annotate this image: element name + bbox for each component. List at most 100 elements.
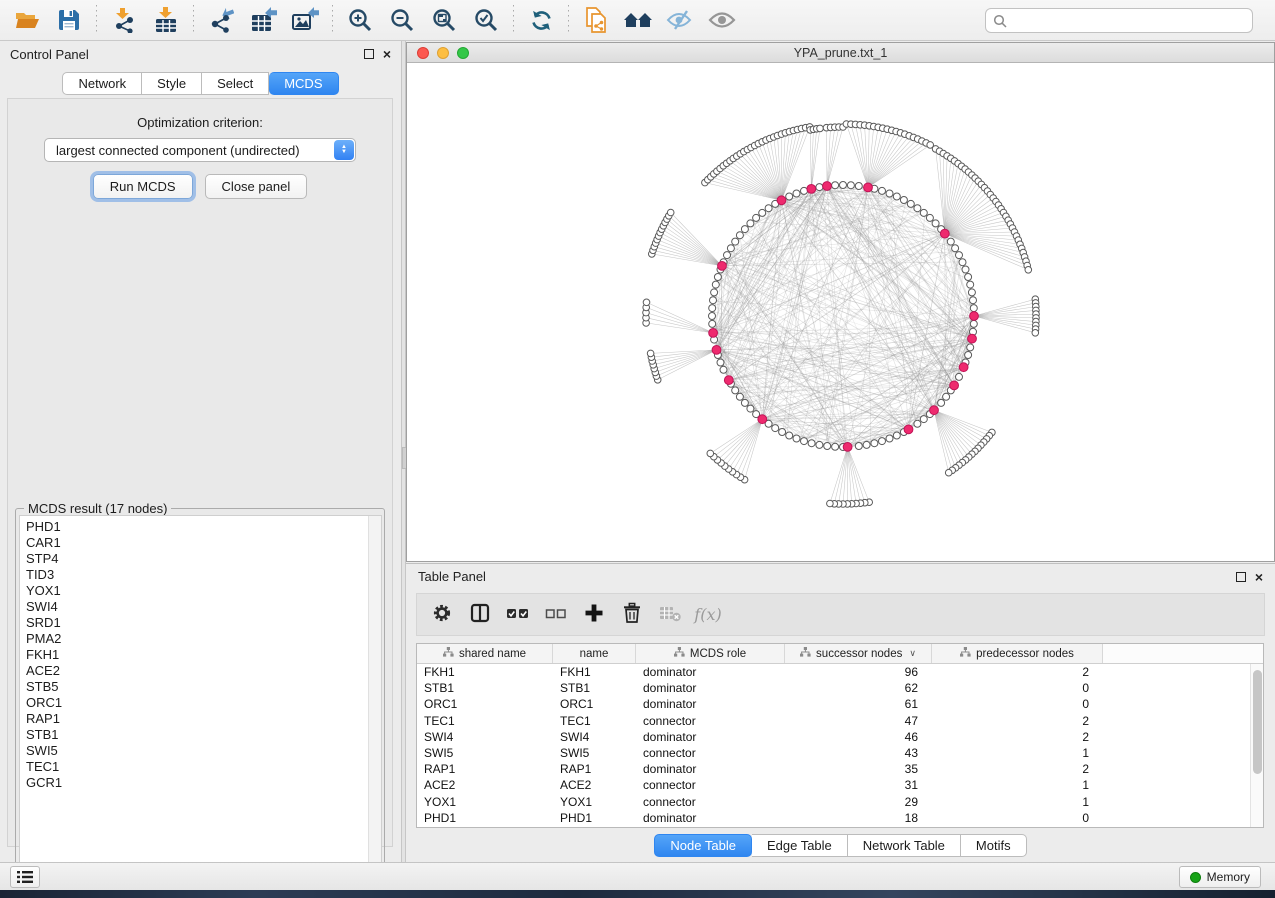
cell: YOX1 (553, 795, 636, 809)
float-window-icon[interactable] (1236, 572, 1246, 582)
open-folder-button[interactable] (6, 2, 48, 38)
mcds-result-item[interactable]: PHD1 (20, 519, 381, 535)
network-canvas[interactable] (407, 63, 1274, 561)
mcds-result-item[interactable]: TID3 (20, 567, 381, 583)
zoom-out-button[interactable] (381, 2, 423, 38)
clone-network-button[interactable] (575, 2, 617, 38)
mcds-result-item[interactable]: SWI4 (20, 599, 381, 615)
import-table-button[interactable] (145, 2, 187, 38)
cell: connector (636, 714, 785, 728)
network-titlebar[interactable]: YPA_prune.txt_1 (407, 43, 1274, 63)
mcds-result-item[interactable]: SWI5 (20, 743, 381, 759)
mcds-result-item[interactable]: STP4 (20, 551, 381, 567)
mcds-result-item[interactable]: RAP1 (20, 711, 381, 727)
cell: ORC1 (417, 697, 553, 711)
tab-motifs[interactable]: Motifs (961, 834, 1027, 857)
table-row-ORC1[interactable]: ORC1ORC1dominator610 (417, 696, 1263, 712)
zoom-selected-button[interactable] (465, 2, 507, 38)
cell: 2 (932, 730, 1103, 744)
add-button[interactable] (577, 598, 611, 632)
column-header-predecessor-nodes[interactable]: predecessor nodes (932, 644, 1103, 663)
table-row-ACE2[interactable]: ACE2ACE2connector311 (417, 777, 1263, 793)
task-history-button[interactable] (10, 866, 40, 888)
mcds-result-item[interactable]: SRD1 (20, 615, 381, 631)
tab-node-table[interactable]: Node Table (654, 834, 752, 857)
trash-button[interactable] (615, 598, 649, 632)
tab-network[interactable]: Network (62, 72, 142, 95)
check-pair-button[interactable] (501, 598, 535, 632)
tab-network-table[interactable]: Network Table (848, 834, 961, 857)
export-image-button[interactable] (284, 2, 326, 38)
mcds-result-item[interactable]: FKH1 (20, 647, 381, 663)
columns-button[interactable] (463, 598, 497, 632)
mcds-result-list[interactable]: PHD1CAR1STP4TID3YOX1SWI4SRD1PMA2FKH1ACE2… (19, 515, 382, 876)
mcds-result-item[interactable]: STB1 (20, 727, 381, 743)
table-row-STB1[interactable]: STB1STB1dominator620 (417, 680, 1263, 696)
tab-edge-table[interactable]: Edge Table (752, 834, 848, 857)
cell: PHD1 (417, 811, 553, 825)
refresh-button[interactable] (520, 2, 562, 38)
table-delete-button[interactable] (653, 598, 687, 632)
table-row-TEC1[interactable]: TEC1TEC1connector472 (417, 713, 1263, 729)
mcds-result-item[interactable]: CAR1 (20, 535, 381, 551)
cell: 96 (785, 665, 932, 679)
table-row-SWI5[interactable]: SWI5SWI5connector431 (417, 745, 1263, 761)
float-window-icon[interactable] (364, 49, 374, 59)
mcds-result-item[interactable]: YOX1 (20, 583, 381, 599)
table-row-PHD1[interactable]: PHD1PHD1dominator180 (417, 810, 1263, 826)
column-header-successor-nodes[interactable]: successor nodes∨ (785, 644, 932, 663)
export-network-button[interactable] (200, 2, 242, 38)
memory-label: Memory (1207, 870, 1250, 884)
close-window-icon[interactable]: × (383, 49, 391, 59)
table-row-SWI4[interactable]: SWI4SWI4dominator462 (417, 729, 1263, 745)
mcds-list-scrollbar[interactable] (368, 516, 381, 875)
homes-icon (623, 8, 653, 32)
attribute-icon (960, 647, 971, 660)
fx-button[interactable]: f(x) (691, 598, 725, 632)
table-delete-icon (658, 602, 682, 627)
optimization-value: largest connected component (undirected) (56, 143, 300, 158)
sort-menu-icon[interactable]: ∨ (909, 648, 916, 659)
save-button[interactable] (48, 2, 90, 38)
tab-style[interactable]: Style (142, 72, 202, 95)
search-input[interactable] (1012, 13, 1245, 29)
table-row-YOX1[interactable]: YOX1YOX1connector291 (417, 794, 1263, 810)
optimization-select[interactable]: largest connected component (undirected)… (44, 138, 356, 162)
table-row-RAP1[interactable]: RAP1RAP1dominator352 (417, 761, 1263, 777)
mcds-result-item[interactable]: STB5 (20, 679, 381, 695)
table-row-FKH1[interactable]: FKH1FKH1dominator962 (417, 664, 1263, 680)
cell: 0 (932, 811, 1103, 825)
close-panel-button[interactable]: Close panel (205, 174, 308, 199)
mcds-result-item[interactable]: GCR1 (20, 775, 381, 791)
eye-button[interactable] (701, 2, 743, 38)
control-panel-header: Control Panel × (0, 41, 401, 67)
column-header-MCDS-role[interactable]: MCDS role (636, 644, 785, 663)
uncheck-pair-button[interactable] (539, 598, 573, 632)
run-mcds-button[interactable]: Run MCDS (93, 174, 193, 199)
column-header-name[interactable]: name (553, 644, 636, 663)
tab-mcds[interactable]: MCDS (269, 72, 338, 95)
mcds-result-item[interactable]: PMA2 (20, 631, 381, 647)
table-scrollbar[interactable] (1250, 664, 1263, 828)
cell: 2 (932, 665, 1103, 679)
column-header-shared-name[interactable]: shared name (417, 644, 553, 663)
gear-icon (431, 602, 453, 627)
mcds-result-item[interactable]: ORC1 (20, 695, 381, 711)
toolbar-separator (568, 5, 569, 35)
save-icon (57, 8, 81, 32)
import-network-button[interactable] (103, 2, 145, 38)
table-panel-title: Table Panel (418, 569, 486, 584)
main-toolbar (0, 0, 1275, 41)
gear-button[interactable] (425, 598, 459, 632)
close-window-icon[interactable]: × (1255, 572, 1263, 582)
memory-button[interactable]: Memory (1179, 866, 1261, 888)
mcds-result-item[interactable]: ACE2 (20, 663, 381, 679)
eye-hidden-button[interactable] (659, 2, 701, 38)
mcds-result-item[interactable]: TEC1 (20, 759, 381, 775)
zoom-in-button[interactable] (339, 2, 381, 38)
export-table-button[interactable] (242, 2, 284, 38)
table-scroll-thumb[interactable] (1253, 670, 1262, 774)
tab-select[interactable]: Select (202, 72, 269, 95)
zoom-fit-button[interactable] (423, 2, 465, 38)
homes-button[interactable] (617, 2, 659, 38)
